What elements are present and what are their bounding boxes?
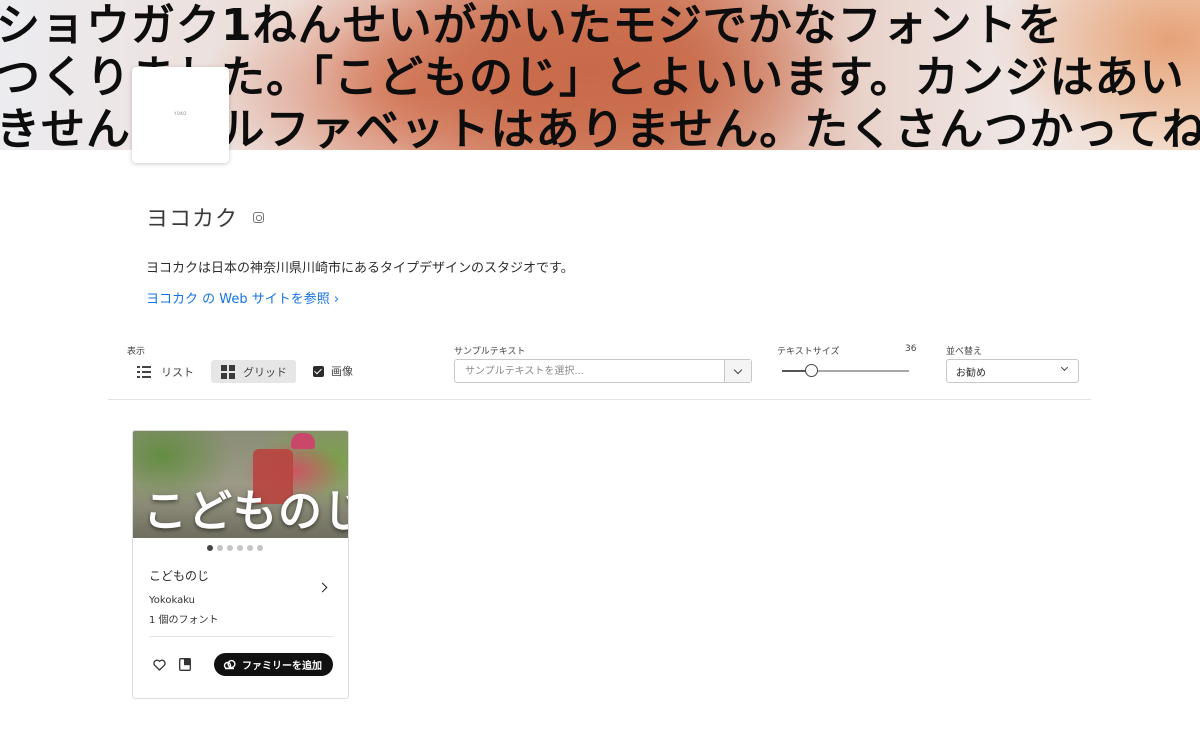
grid-view-button[interactable]: グリッド bbox=[211, 360, 296, 383]
sort-select[interactable]: お勧め bbox=[946, 359, 1079, 383]
foundry-title: ヨコカク bbox=[146, 207, 239, 232]
carousel-dot[interactable] bbox=[217, 545, 223, 551]
carousel-dot[interactable] bbox=[257, 545, 263, 551]
card-preview-image[interactable]: こどものじ bbox=[133, 431, 348, 538]
sample-text-select[interactable] bbox=[454, 359, 752, 383]
card-image-text: こどものじ bbox=[143, 486, 348, 537]
text-size-value: 36 bbox=[905, 344, 917, 354]
foundry-website-link[interactable]: ヨコカク の Web サイトを参照 › bbox=[146, 288, 339, 307]
sort-label: 並べ替え bbox=[946, 347, 983, 357]
image-toggle[interactable]: 画像 bbox=[313, 363, 353, 379]
text-size-slider[interactable] bbox=[782, 370, 909, 372]
image-checkbox[interactable] bbox=[313, 365, 324, 377]
font-count: 1 個のフォント bbox=[149, 615, 219, 626]
carousel-dot[interactable] bbox=[207, 545, 213, 551]
sort-value: お勧め bbox=[956, 367, 986, 379]
carousel-dot[interactable] bbox=[237, 545, 243, 551]
grid-view-label: グリッド bbox=[243, 365, 287, 379]
foundry-logo: YOKO bbox=[132, 67, 229, 163]
sample-dropdown-button[interactable] bbox=[724, 360, 751, 382]
bookmark-icon[interactable] bbox=[179, 658, 191, 671]
font-family-card[interactable]: こどものじ こどものじ Yokokaku 1 個のフォント ファミリーを追加 bbox=[132, 430, 349, 699]
slider-handle[interactable] bbox=[805, 364, 818, 377]
chevron-down-icon bbox=[733, 365, 743, 374]
sample-text-input[interactable] bbox=[455, 360, 725, 382]
chevron-right-icon[interactable] bbox=[317, 582, 328, 593]
carousel-dots bbox=[207, 545, 263, 551]
page-bottom bbox=[0, 726, 1200, 737]
add-family-button[interactable]: ファミリーを追加 bbox=[214, 653, 333, 676]
list-icon bbox=[137, 365, 151, 378]
carousel-dot[interactable] bbox=[227, 545, 233, 551]
list-view-label: リスト bbox=[161, 365, 194, 379]
add-family-label: ファミリーを追加 bbox=[242, 661, 322, 672]
sample-text-label: サンプルテキスト bbox=[454, 347, 526, 357]
instagram-icon[interactable] bbox=[253, 212, 264, 223]
logo-text: YOKO bbox=[174, 110, 187, 116]
photo-hat bbox=[291, 433, 315, 449]
image-toggle-label: 画像 bbox=[331, 365, 353, 378]
hero-text-line: ショウガク1ねんせいがかいたモジでかなフォントを bbox=[0, 0, 1063, 51]
carousel-dot[interactable] bbox=[247, 545, 253, 551]
text-size-label: テキストサイズ bbox=[777, 347, 840, 357]
grid-icon bbox=[221, 364, 235, 379]
list-view-button[interactable]: リスト bbox=[128, 360, 202, 383]
card-foundry-name[interactable]: Yokokaku bbox=[149, 595, 195, 606]
family-name[interactable]: こどものじ bbox=[149, 567, 209, 584]
card-divider bbox=[149, 636, 333, 637]
view-label: 表示 bbox=[127, 347, 146, 357]
foundry-description: ヨコカクは日本の神奈川県川崎市にあるタイプデザインのスタジオです。 bbox=[146, 261, 574, 276]
heart-icon[interactable] bbox=[153, 659, 166, 671]
toolbar-divider bbox=[108, 399, 1091, 400]
chevron-down-icon bbox=[1060, 363, 1069, 372]
creative-cloud-icon bbox=[223, 659, 236, 670]
